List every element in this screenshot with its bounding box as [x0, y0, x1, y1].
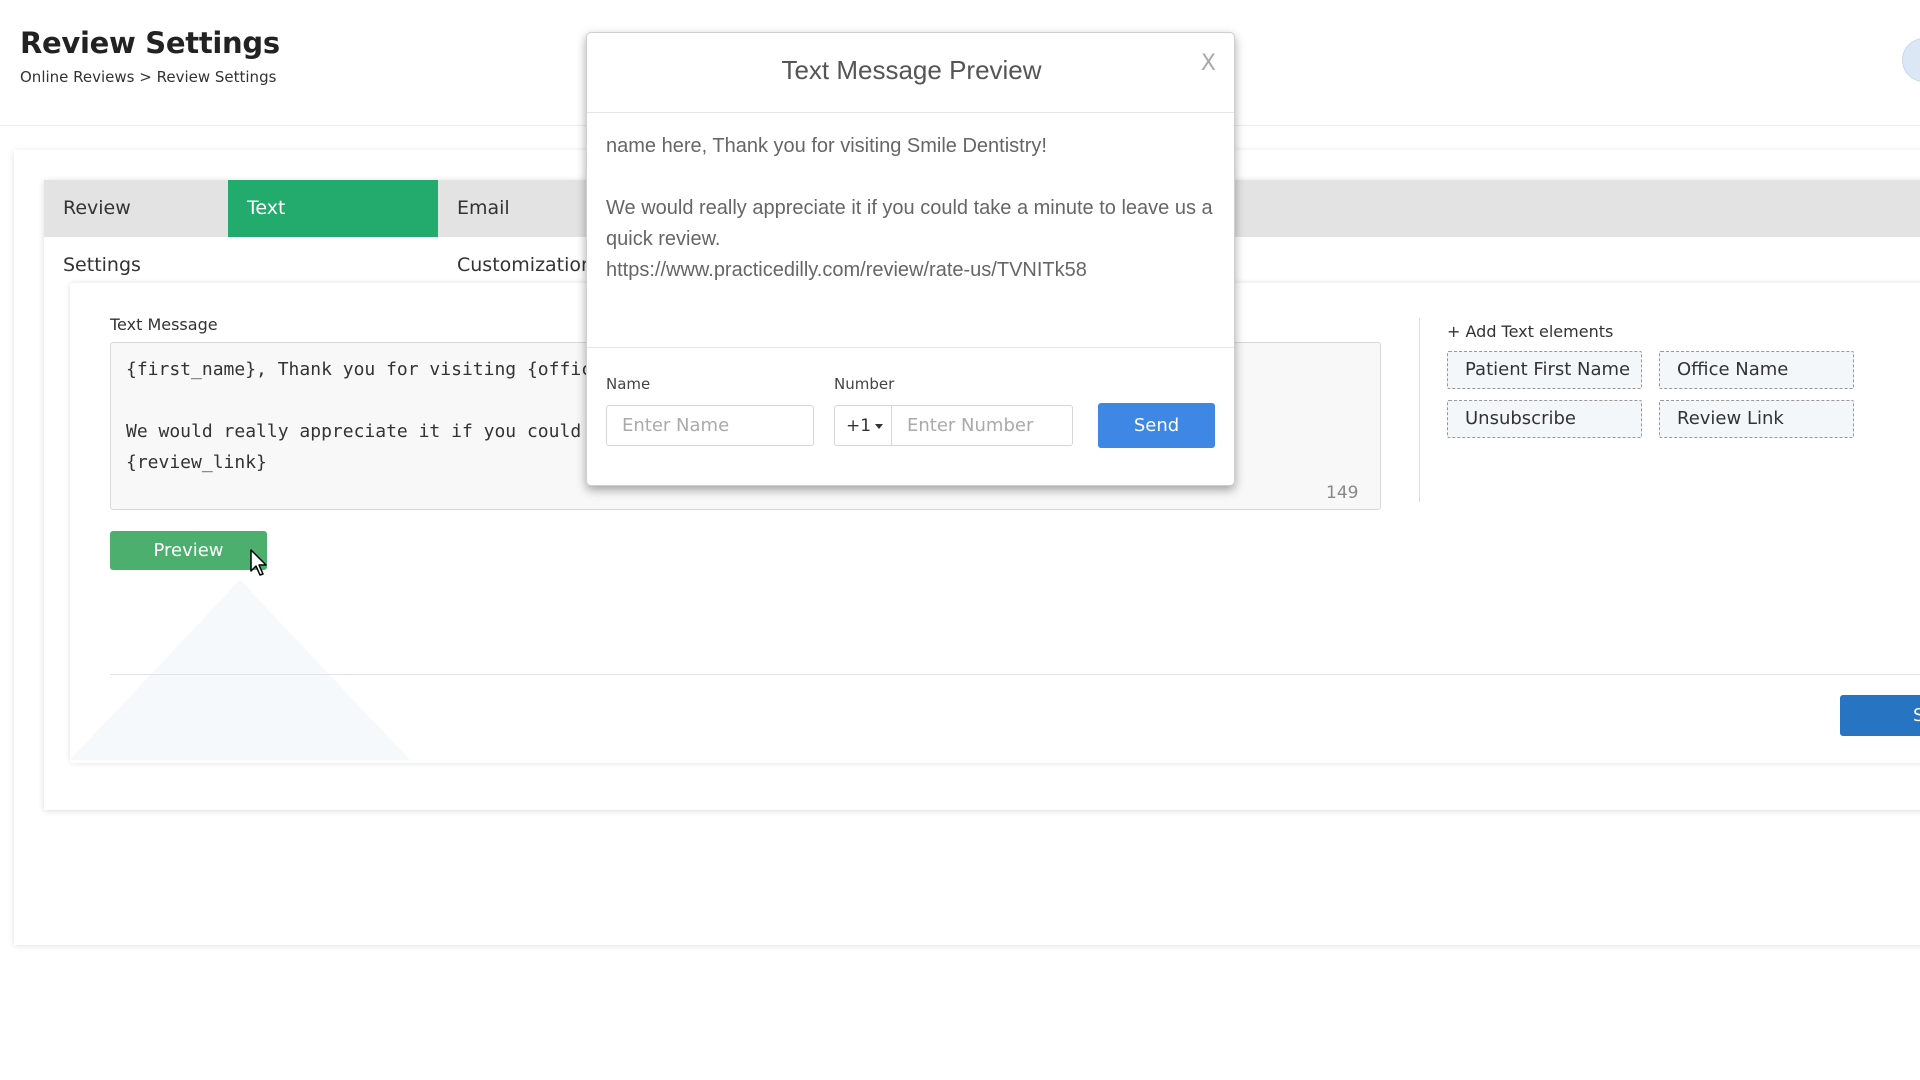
number-input[interactable] [891, 405, 1073, 446]
chevron-down-icon [875, 423, 884, 429]
avatar[interactable] [1902, 38, 1920, 82]
tab-text-customization[interactable]: Text Customization [228, 180, 438, 276]
name-input[interactable] [606, 405, 814, 446]
number-label: Number [834, 375, 895, 393]
close-icon[interactable]: X [1201, 51, 1216, 76]
preview-line-request: We would really appreciate it if you cou… [606, 197, 1213, 250]
preview-button[interactable]: Preview [110, 531, 267, 570]
mouse-pointer-icon [250, 549, 267, 576]
chip-review-link[interactable]: Review Link [1659, 400, 1854, 438]
chip-unsubscribe[interactable]: Unsubscribe [1447, 400, 1642, 438]
modal-divider-bottom [587, 347, 1234, 348]
send-button[interactable]: Send [1098, 403, 1215, 448]
chip-office-name[interactable]: Office Name [1659, 351, 1854, 389]
text-message-label: Text Message [110, 315, 218, 334]
modal-title: Text Message Preview [781, 55, 1042, 85]
preview-line-greeting: name here, Thank you for visiting Smile … [606, 135, 1047, 157]
background-watermark [70, 580, 410, 760]
country-code-select[interactable]: +1 [834, 405, 892, 446]
country-code-value: +1 [846, 416, 872, 436]
name-label: Name [606, 375, 651, 393]
save-button[interactable]: Save [1840, 695, 1920, 736]
chip-patient-first-name[interactable]: Patient First Name [1447, 351, 1642, 389]
preview-line-link: https://www.practicedilly.com/review/rat… [606, 259, 1087, 281]
horizontal-divider [110, 674, 1920, 675]
page-title: Review Settings [20, 26, 280, 60]
breadcrumb[interactable]: Online Reviews > Review Settings [20, 68, 276, 86]
add-text-elements-heading: + Add Text elements [1447, 322, 1614, 341]
modal-divider-top [587, 112, 1234, 113]
character-count: 149 [1326, 483, 1359, 503]
text-message-preview-modal: Text Message Preview X name here, Thank … [586, 32, 1235, 486]
tab-review-settings[interactable]: Review Settings [44, 180, 227, 276]
preview-message-body: name here, Thank you for visiting Smile … [606, 131, 1216, 286]
vertical-divider [1419, 318, 1420, 502]
